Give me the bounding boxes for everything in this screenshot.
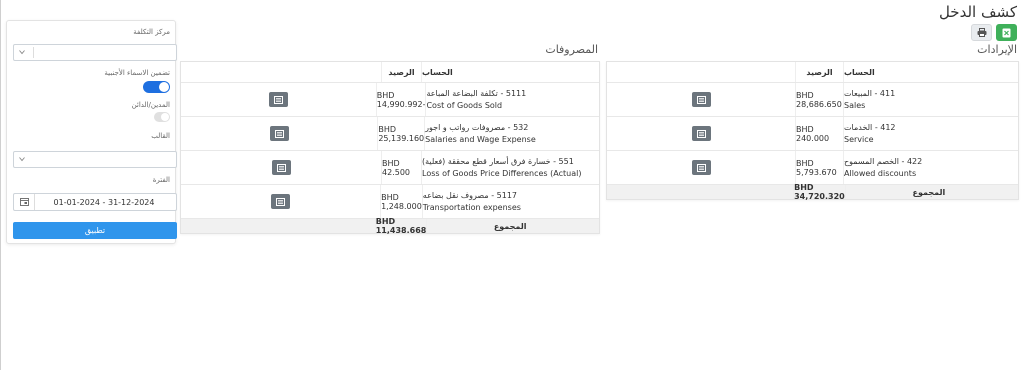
toggle-knob: [159, 82, 169, 92]
balance-cell: BHD 5,793.670: [795, 151, 843, 184]
account-cell: 5111 - تكلفة البضاعة المباعة Cost of Goo…: [425, 83, 599, 116]
view-details-button[interactable]: [691, 160, 711, 175]
page-title: كشف الدخل: [938, 3, 1017, 21]
expenses-total-value: BHD 11,438.668: [374, 217, 427, 235]
account-cell: 551 - خسارة فرق أسعار قطع محققة (فعلية) …: [421, 151, 599, 184]
balance-cell: BHD 14,990.992-: [375, 83, 425, 116]
revenues-title: الإيرادات: [977, 43, 1017, 56]
foreign-names-toggle[interactable]: [143, 81, 170, 93]
list-icon: [696, 163, 706, 172]
list-icon: [696, 95, 706, 104]
expenses-title: المصروفات: [545, 43, 598, 56]
toggle-knob: [161, 113, 169, 121]
expenses-header-actions: [181, 62, 381, 82]
view-details-button[interactable]: [268, 92, 288, 107]
calendar-icon: [19, 198, 29, 206]
balance-cell: BHD 240.000: [795, 117, 843, 150]
chevron-down-icon: [19, 157, 25, 162]
cost-center-select[interactable]: [13, 44, 177, 61]
balance-cell: BHD 1,248.000: [380, 185, 422, 218]
revenues-header-actions: [607, 62, 795, 82]
revenues-table: الرصيد الحساب BHD 28,686.650 411 - المبي…: [606, 61, 1019, 201]
expenses-header-row: الرصيد الحساب: [181, 62, 599, 83]
expenses-total-row: BHD 11,438.668 المجموع: [181, 217, 599, 235]
account-name-en: Service: [844, 134, 874, 144]
view-details-button[interactable]: [691, 126, 711, 141]
apply-button[interactable]: تطبيق: [13, 222, 177, 239]
account-name-ar: 551 - خسارة فرق أسعار قطع محققة (فعلية): [422, 156, 574, 166]
account-name-ar: 5111 - تكلفة البضاعة المباعة: [426, 88, 527, 98]
expenses-header-balance: الرصيد: [381, 62, 421, 82]
list-icon: [276, 163, 286, 172]
table-row: BHD 42.500 551 - خسارة فرق أسعار قطع محق…: [181, 151, 599, 185]
excel-export-button[interactable]: [996, 24, 1017, 41]
template-select[interactable]: [13, 151, 177, 168]
view-details-button[interactable]: [269, 126, 289, 141]
template-label: القالب: [151, 132, 170, 140]
balance-cell: BHD 42.500: [381, 151, 421, 184]
revenues-header-balance: الرصيد: [795, 62, 843, 82]
revenues-total-label: المجموع: [844, 185, 1018, 199]
list-icon: [273, 95, 283, 104]
account-name-en: Salaries and Wage Expense: [425, 134, 536, 144]
view-details-button[interactable]: [691, 92, 711, 107]
expenses-header-account: الحساب: [421, 62, 599, 82]
list-icon: [696, 129, 706, 138]
revenues-header-account: الحساب: [843, 62, 1018, 82]
list-icon: [276, 197, 286, 206]
account-name-en: Loss of Goods Price Differences (Actual): [422, 168, 582, 178]
table-row: BHD 1,248.000 5117 - مصروف نقل بضاعه Tra…: [181, 185, 599, 219]
debit-credit-label: المدين/الدائن: [131, 101, 170, 109]
account-name-en: Sales: [844, 100, 866, 110]
chevron-down-icon: [19, 50, 25, 55]
expenses-total-label: المجموع: [426, 219, 599, 233]
period-label: الفترة: [152, 176, 170, 184]
account-cell: 422 - الخصم المسموح Allowed discounts: [843, 151, 1018, 184]
account-cell: 411 - المبيعات Sales: [843, 83, 1018, 116]
list-icon: [274, 129, 284, 138]
table-row: BHD 25,139.160 532 - مصروفات رواتب و اجو…: [181, 117, 599, 151]
balance-cell: BHD 28,686.650: [795, 83, 843, 116]
revenues-header-row: الرصيد الحساب: [607, 62, 1018, 83]
table-row: BHD 240.000 412 - الخدمات Service: [607, 117, 1018, 151]
table-row: BHD 5,793.670 422 - الخصم المسموح Allowe…: [607, 151, 1018, 185]
account-name-ar: 411 - المبيعات: [844, 88, 896, 98]
select-separator: [33, 47, 34, 58]
account-name-en: Transportation expenses: [422, 202, 521, 212]
debit-credit-toggle[interactable]: [154, 112, 170, 122]
print-button[interactable]: [971, 24, 992, 41]
account-name-en: Cost of Goods Sold: [426, 100, 503, 110]
view-details-button[interactable]: [271, 160, 291, 175]
calendar-button[interactable]: [14, 194, 35, 210]
account-name-ar: 412 - الخدمات: [844, 122, 896, 132]
period-date-range-input[interactable]: 01-01-2024 - 31-12-2024: [13, 193, 177, 211]
toolbar: [971, 24, 1017, 41]
period-value: 01-01-2024 - 31-12-2024: [53, 197, 155, 207]
table-row: BHD 28,686.650 411 - المبيعات Sales: [607, 83, 1018, 117]
account-cell: 412 - الخدمات Service: [843, 117, 1018, 150]
account-cell: 5117 - مصروف نقل بضاعه Transportation ex…: [421, 185, 599, 218]
account-name-ar: 422 - الخصم المسموح: [844, 156, 923, 166]
page-left-border: [0, 0, 1, 370]
account-name-ar: 5117 - مصروف نقل بضاعه: [422, 190, 517, 200]
account-cell: 532 - مصروفات رواتب و اجور Salaries and …: [424, 117, 599, 150]
account-name-en: Allowed discounts: [844, 168, 917, 178]
table-row: BHD 14,990.992- 5111 - تكلفة البضاعة الم…: [181, 83, 599, 117]
print-icon: [977, 28, 986, 37]
account-name-ar: 532 - مصروفات رواتب و اجور: [425, 122, 529, 132]
cost-center-label: مركز التكلفة: [133, 28, 170, 36]
excel-export-icon: [1002, 28, 1011, 37]
balance-cell: BHD 25,139.160: [377, 117, 424, 150]
revenues-total-value: BHD 34,720.320: [793, 183, 845, 201]
foreign-names-label: تضمين الاسماء الأجنبية: [104, 69, 170, 77]
revenues-total-row: BHD 34,720.320 المجموع: [607, 183, 1018, 201]
expenses-table: الرصيد الحساب BHD 14,990.992- 5111 - تكل…: [180, 61, 600, 235]
view-details-button[interactable]: [271, 194, 291, 209]
filter-panel: مركز التكلفة تضمين الاسماء الأجنبية المد…: [6, 20, 177, 244]
